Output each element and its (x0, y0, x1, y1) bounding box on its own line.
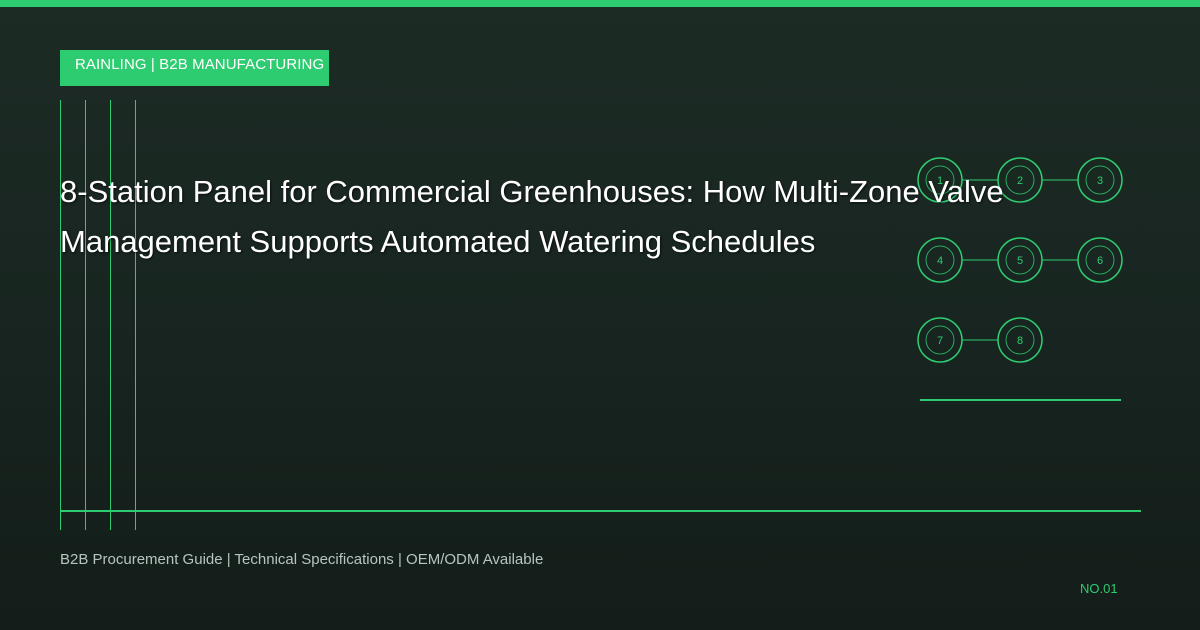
station-node-8: 8 (997, 317, 1043, 363)
station-diagram: 1 2 34 5 67 8 (917, 157, 1123, 401)
station-node-7: 7 (917, 317, 963, 363)
footer-text: B2B Procurement Guide | Technical Specif… (60, 551, 544, 568)
page-title: 8-Station Panel for Commercial Greenhous… (60, 167, 1100, 267)
station-label: 7 (937, 335, 943, 347)
title-line-1: 8-Station Panel for Commercial Greenhous… (60, 174, 1004, 209)
document-number: NO.01 (1080, 581, 1118, 596)
title-line-2: Management Supports Automated Watering S… (60, 224, 816, 259)
station-label: 8 (1017, 335, 1023, 347)
divider-line (60, 510, 1141, 512)
